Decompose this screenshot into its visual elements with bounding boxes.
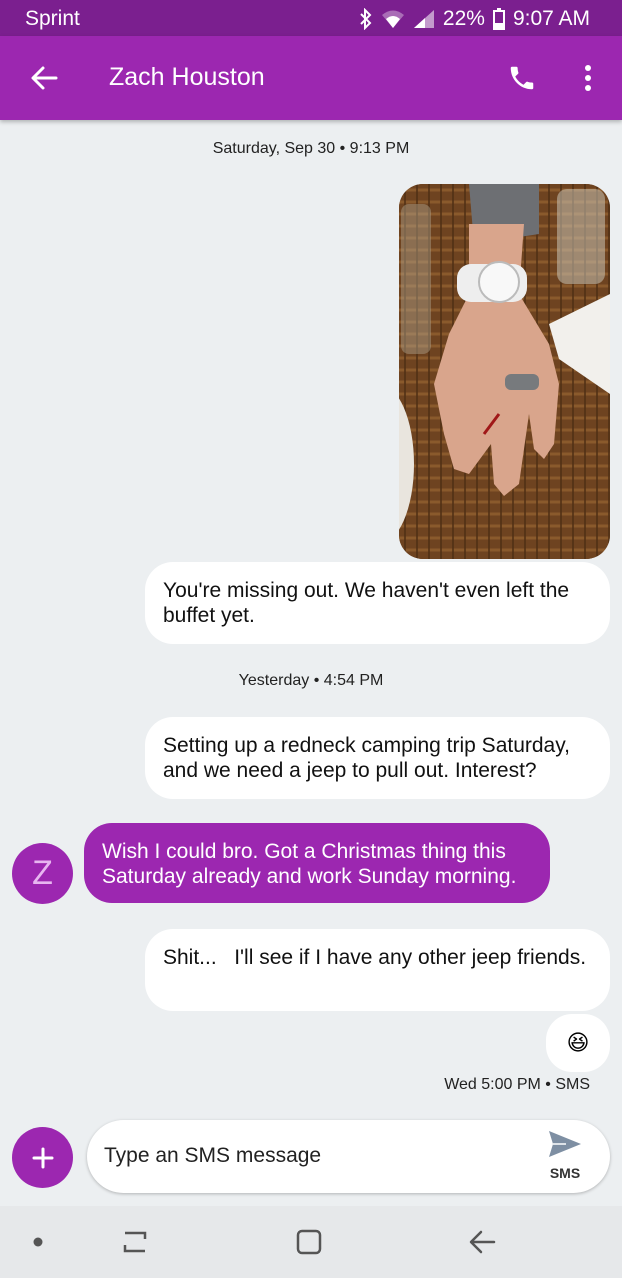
send-type-label: SMS [549, 1165, 581, 1181]
send-button[interactable]: SMS [540, 1130, 590, 1186]
plus-icon [32, 1147, 53, 1168]
outgoing-message[interactable]: Shit... I'll see if I have any other jee… [145, 929, 610, 1011]
back-nav-icon [469, 1230, 496, 1254]
contact-avatar[interactable]: Z [12, 843, 73, 904]
dot-icon [33, 1237, 43, 1247]
wifi-icon [381, 9, 405, 29]
app-bar: Zach Houston [0, 36, 622, 120]
date-separator: Yesterday • 4:54 PM [238, 672, 384, 689]
signal-icon [413, 9, 435, 29]
incoming-message[interactable]: Wish I could bro. Got a Christmas thing … [84, 823, 550, 903]
carrier-name: Sprint [25, 7, 80, 30]
message-photo[interactable] [399, 184, 610, 559]
back-nav-button[interactable] [460, 1222, 504, 1262]
back-arrow-icon [31, 66, 58, 90]
outgoing-message[interactable]: Setting up a redneck camping trip Saturd… [145, 717, 610, 799]
status-bar: Sprint 22% 9:07 AM [0, 0, 622, 36]
date-separator: Saturday, Sep 30 • 9:13 PM [212, 140, 410, 157]
phone-icon [510, 66, 534, 90]
overflow-menu-icon [585, 65, 591, 91]
system-nav-bar [0, 1206, 622, 1278]
add-attachment-button[interactable] [12, 1127, 73, 1188]
bluetooth-icon [359, 8, 373, 30]
recent-apps-button[interactable] [113, 1222, 157, 1262]
nav-dot-button[interactable] [16, 1222, 60, 1262]
call-button[interactable] [500, 56, 544, 100]
conversation-title: Zach Houston [109, 63, 265, 91]
laughing-emoji-icon: 😆 [566, 1030, 590, 1055]
send-icon [549, 1131, 581, 1157]
message-meta: Wed 5:00 PM • SMS [444, 1076, 590, 1093]
recents-icon [123, 1231, 147, 1253]
more-options-button[interactable] [568, 56, 608, 100]
outgoing-message[interactable]: You're missing out. We haven't even left… [145, 562, 610, 644]
message-input[interactable]: Type an SMS message [104, 1144, 321, 1168]
clock: 9:07 AM [512, 7, 590, 30]
status-icons: 22% 9:07 AM [359, 5, 590, 33]
battery-percent: 22% [442, 7, 485, 30]
battery-icon [492, 8, 505, 30]
outgoing-emoji-message[interactable]: 😆 [546, 1014, 610, 1072]
compose-bar: Type an SMS message SMS [87, 1120, 610, 1193]
home-icon [296, 1229, 322, 1255]
home-button[interactable] [287, 1222, 331, 1262]
back-button[interactable] [22, 56, 66, 100]
